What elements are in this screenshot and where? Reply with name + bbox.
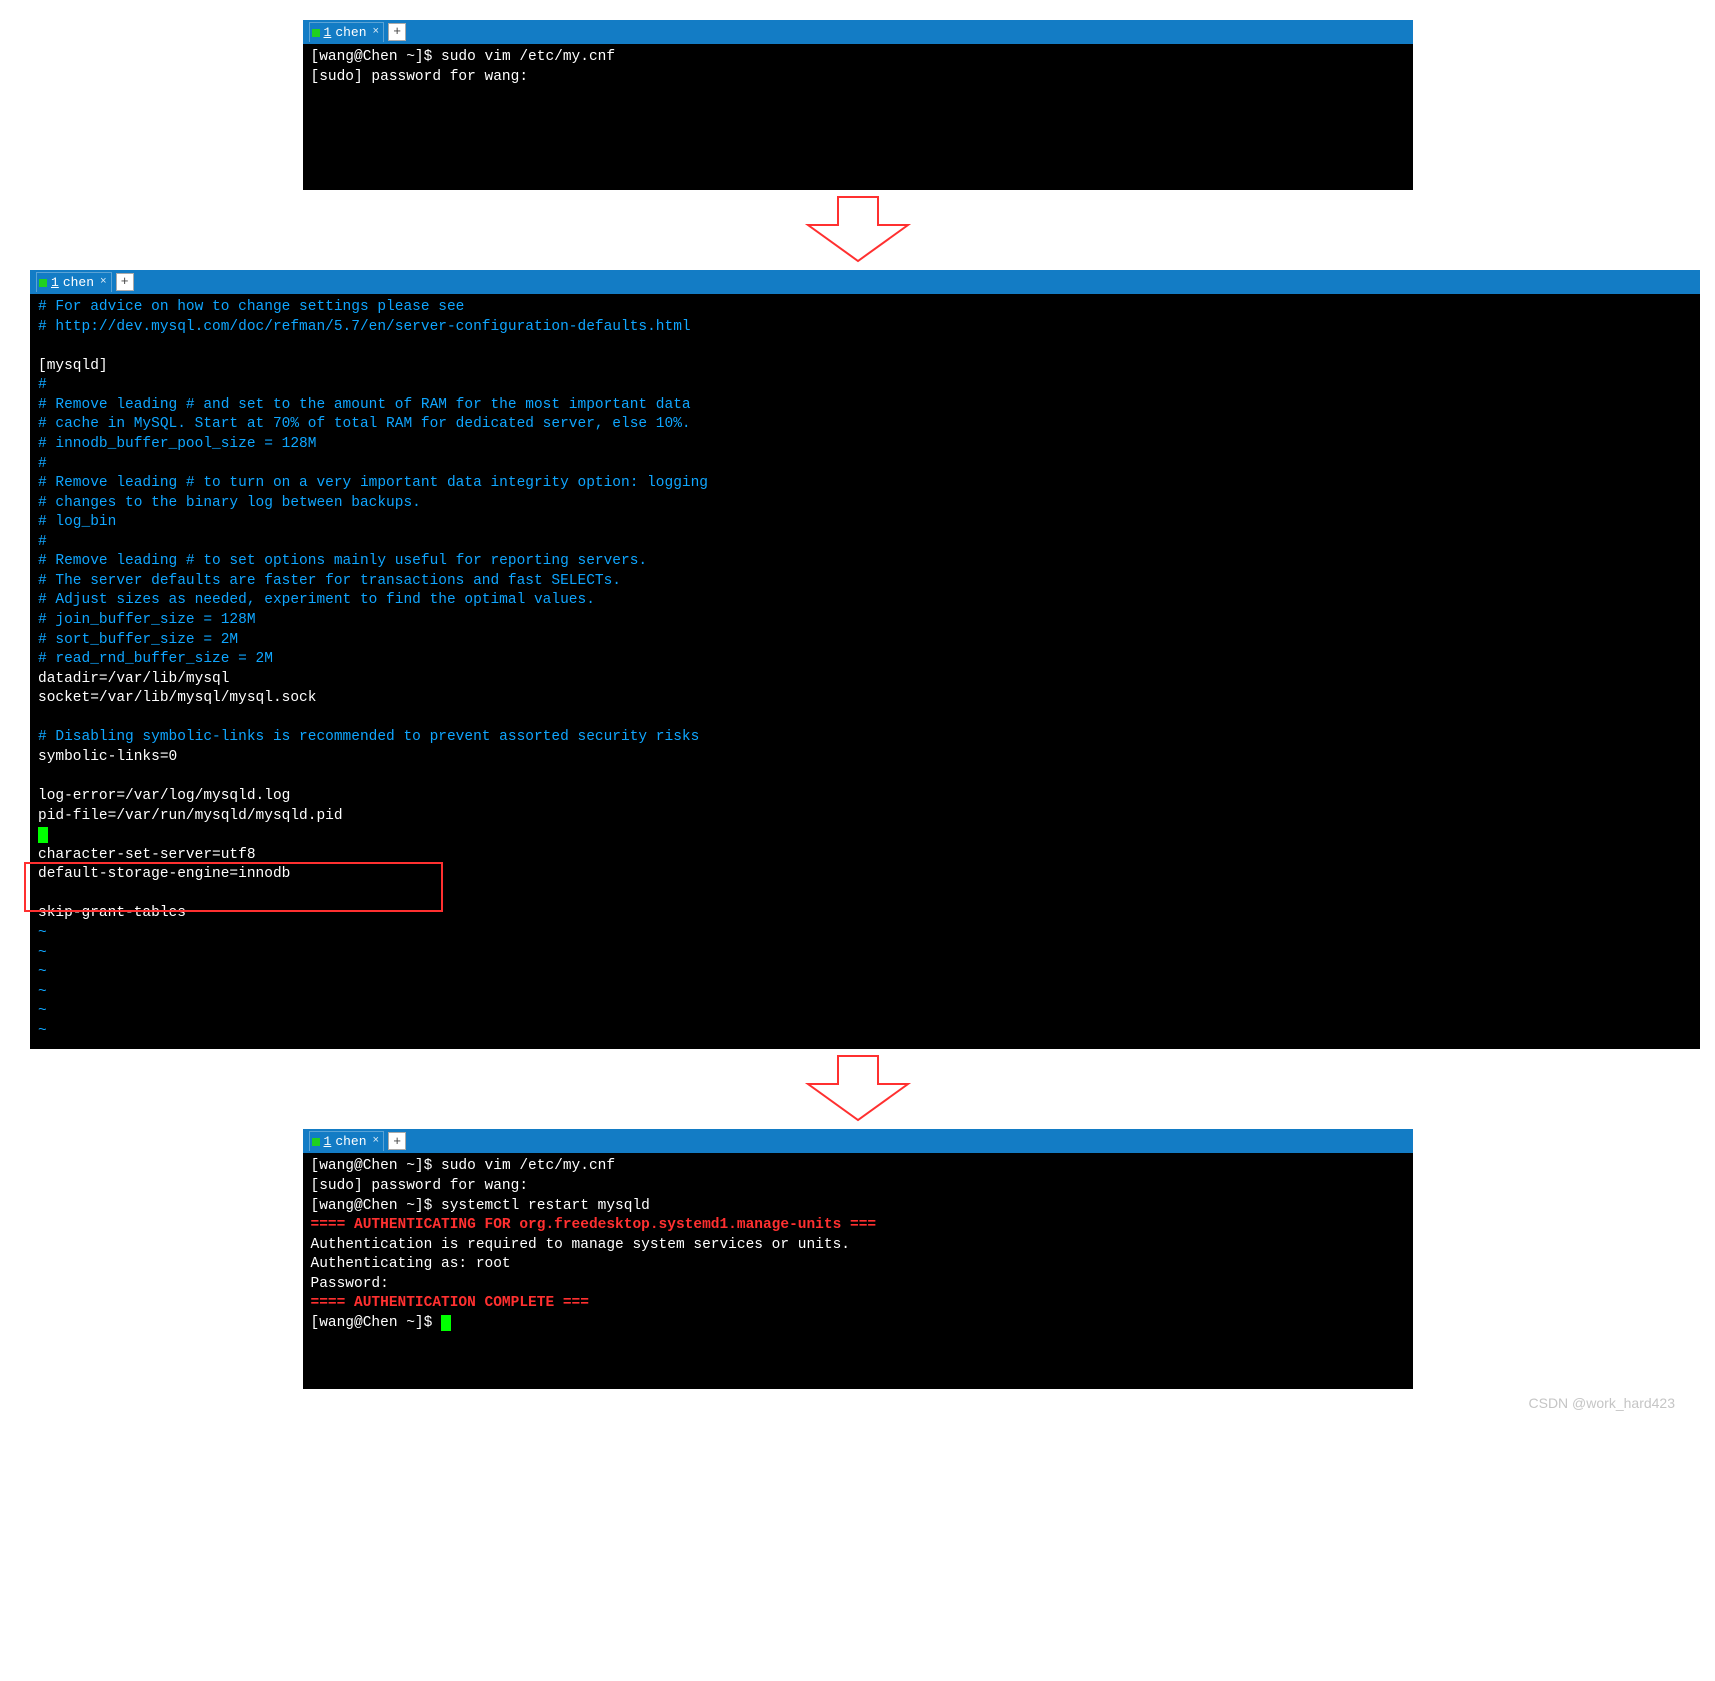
config-comment: # read_rnd_buffer_size = 2M	[38, 651, 273, 667]
watermark: CSDN @work_hard423	[0, 1389, 1715, 1431]
tab-bar: 1 chen × +	[303, 20, 1413, 44]
prompt: [wang@Chen ~]$	[311, 1198, 442, 1214]
tab-chen[interactable]: 1 chen ×	[36, 272, 112, 292]
cursor-icon	[38, 827, 48, 843]
config-comment: # changes to the binary log between back…	[38, 495, 421, 511]
tab-chen[interactable]: 1 chen ×	[309, 22, 385, 42]
auth-complete: ==== AUTHENTICATION COMPLETE ===	[311, 1295, 589, 1311]
config-section: [mysqld]	[38, 358, 108, 374]
arrow-down-icon	[788, 1054, 928, 1124]
config-comment: #	[38, 456, 47, 472]
config-comment: # http://dev.mysql.com/doc/refman/5.7/en…	[38, 319, 691, 335]
config-comment: # For advice on how to change settings p…	[38, 299, 464, 315]
tab-label: chen	[63, 274, 94, 292]
new-tab-button[interactable]: +	[388, 1132, 406, 1150]
tab-chen[interactable]: 1 chen ×	[309, 1131, 385, 1151]
tab-label: chen	[335, 1133, 366, 1151]
config-line: socket=/var/lib/mysql/mysql.sock	[38, 690, 316, 706]
config-comment: # Adjust sizes as needed, experiment to …	[38, 592, 595, 608]
config-line: character-set-server=utf8	[38, 847, 256, 863]
config-line: default-storage-engine=innodb	[38, 866, 290, 882]
terminal-window-2: 1 chen × + # For advice on how to change…	[30, 270, 1700, 1049]
tab-index: 1	[324, 24, 332, 42]
config-comment: # join_buffer_size = 128M	[38, 612, 256, 628]
arrow-down-2	[788, 1049, 928, 1129]
config-line: datadir=/var/lib/mysql	[38, 671, 229, 687]
terminal-window-3: 1 chen × + [wang@Chen ~]$ sudo vim /etc/…	[303, 1129, 1413, 1389]
tab-close-icon[interactable]: ×	[98, 275, 107, 290]
vim-tilde: ~	[38, 964, 47, 980]
arrow-down-icon	[788, 195, 928, 265]
command-text: sudo vim /etc/my.cnf	[441, 1158, 615, 1174]
output-line: Password:	[311, 1276, 398, 1292]
arrow-down-1	[788, 190, 928, 270]
tab-close-icon[interactable]: ×	[371, 25, 380, 40]
tab-label: chen	[335, 24, 366, 42]
tab-index: 1	[324, 1133, 332, 1151]
config-comment: #	[38, 377, 47, 393]
vim-tilde: ~	[38, 984, 47, 1000]
tab-bar: 1 chen × +	[303, 1129, 1413, 1153]
config-comment: # cache in MySQL. Start at 70% of total …	[38, 416, 691, 432]
config-comment: # Remove leading # to turn on a very imp…	[38, 475, 708, 491]
tab-bar: 1 chen × +	[30, 270, 1700, 294]
terminal-body-3[interactable]: [wang@Chen ~]$ sudo vim /etc/my.cnf [sud…	[303, 1153, 1413, 1341]
new-tab-button[interactable]: +	[116, 273, 134, 291]
prompt: [wang@Chen ~]$	[311, 1158, 442, 1174]
output-line: Authentication is required to manage sys…	[311, 1237, 851, 1253]
config-comment: # log_bin	[38, 514, 116, 530]
tab-status-icon	[312, 1138, 320, 1146]
terminal-body-2[interactable]: # For advice on how to change settings p…	[30, 294, 1700, 1049]
vim-tilde: ~	[38, 1003, 47, 1019]
page-container: 1 chen × + [wang@Chen ~]$ sudo vim /etc/…	[0, 20, 1715, 1389]
tab-status-icon	[39, 279, 47, 287]
config-line: log-error=/var/log/mysqld.log	[38, 788, 290, 804]
config-comment: # sort_buffer_size = 2M	[38, 632, 238, 648]
terminal-window-1: 1 chen × + [wang@Chen ~]$ sudo vim /etc/…	[303, 20, 1413, 190]
config-comment: # Remove leading # to set options mainly…	[38, 553, 647, 569]
config-comment: # Remove leading # and set to the amount…	[38, 397, 691, 413]
vim-tilde: ~	[38, 945, 47, 961]
config-comment: #	[38, 534, 47, 550]
tab-status-icon	[312, 29, 320, 37]
auth-header: ==== AUTHENTICATING FOR org.freedesktop.…	[311, 1217, 877, 1233]
prompt: [wang@Chen ~]$	[311, 1315, 442, 1331]
prompt: [wang@Chen ~]$	[311, 49, 442, 65]
output-line: [sudo] password for wang:	[311, 1178, 529, 1194]
terminal-body-1[interactable]: [wang@Chen ~]$ sudo vim /etc/my.cnf [sud…	[303, 44, 1413, 95]
config-line: skip-grant-tables	[38, 905, 186, 921]
command-text: systemctl restart mysqld	[441, 1198, 650, 1214]
config-line: symbolic-links=0	[38, 749, 177, 765]
config-line: pid-file=/var/run/mysqld/mysqld.pid	[38, 808, 343, 824]
tab-index: 1	[51, 274, 59, 292]
vim-tilde: ~	[38, 1023, 47, 1039]
command-text: sudo vim /etc/my.cnf	[441, 49, 615, 65]
config-comment: # Disabling symbolic-links is recommende…	[38, 729, 699, 745]
tab-close-icon[interactable]: ×	[371, 1134, 380, 1149]
new-tab-button[interactable]: +	[388, 23, 406, 41]
config-comment: # innodb_buffer_pool_size = 128M	[38, 436, 316, 452]
config-comment: # The server defaults are faster for tra…	[38, 573, 621, 589]
cursor-icon	[441, 1315, 451, 1331]
vim-tilde: ~	[38, 925, 47, 941]
output-line: Authenticating as: root	[311, 1256, 511, 1272]
output-line: [sudo] password for wang:	[311, 69, 529, 85]
